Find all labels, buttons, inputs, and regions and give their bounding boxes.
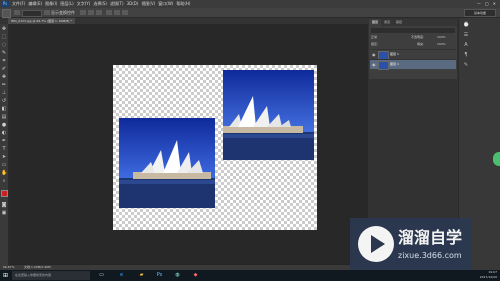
crop-tool-icon[interactable]: ⌗ [1,58,7,64]
layer-name: 图层 1 [390,52,399,56]
quick-mask-icon[interactable]: ◙ [1,202,7,208]
dodge-tool-icon[interactable]: ◐ [1,130,7,136]
show-transform-checkbox[interactable] [44,10,50,15]
side-floating-button[interactable] [493,152,500,166]
opacity-value[interactable]: 100% [437,35,446,40]
blur-tool-icon[interactable]: ● [1,122,7,128]
sydney-opera-house-photo-right[interactable] [223,70,314,160]
menu-3d[interactable]: 3D(D) [127,0,139,8]
align-top-button[interactable] [80,10,86,15]
history-brush-tool-icon[interactable]: ↺ [1,98,7,104]
menu-type[interactable]: 文字(Y) [77,0,91,8]
menu-help[interactable]: 帮助(H) [176,0,190,8]
eyedropper-tool-icon[interactable]: ✐ [1,66,7,72]
tab-layers[interactable]: 图层 [369,19,382,26]
tools-panel: ✥ ⬚ ◌ ✎ ⌗ ✐ ✚ ✏ ⊥ ↺ ◧ ▤ ● ◐ ✒ T ➤ ▭ ✋ ⌕ … [0,24,10,266]
menu-edit[interactable]: 编辑(E) [28,0,42,8]
brush-tool-icon[interactable]: ✏ [1,82,7,88]
path-select-tool-icon[interactable]: ➤ [1,154,7,160]
menu-window[interactable]: 窗口(W) [158,0,173,8]
task-view-icon[interactable]: ▭ [98,272,105,279]
eye-icon[interactable]: ◉ [372,61,376,68]
opacity-label: 不透明度: [411,35,425,39]
photoshop-taskbar-icon[interactable]: Ps [156,272,163,279]
healing-brush-tool-icon[interactable]: ✚ [1,74,7,80]
window-controls: — □ ✕ [477,0,496,8]
watermark-url: zixue.3d66.com [398,251,462,260]
workspace-switcher[interactable]: 基本功能 [464,9,496,17]
menu-select[interactable]: 选择(S) [93,0,107,8]
fill-label: 填充: [417,42,425,46]
gradient-tool-icon[interactable]: ▤ [1,114,7,120]
edge-browser-icon[interactable]: e [118,272,125,279]
hand-tool-icon[interactable]: ✋ [1,170,7,176]
photoshop-logo-icon: Ps [1,1,9,7]
shape-tool-icon[interactable]: ▭ [1,162,7,168]
menu-view[interactable]: 视图(V) [141,0,155,8]
clone-stamp-tool-icon[interactable]: ⊥ [1,90,7,96]
auto-select-checkbox[interactable] [14,10,20,15]
align-center-button[interactable] [114,10,120,15]
windows-start-icon[interactable]: ⊞ [2,272,9,279]
fill-value[interactable]: 100% [437,42,446,47]
tab-paths[interactable]: 路径 [393,19,405,26]
menu-file[interactable]: 文件(F) [12,0,25,8]
brush-panel-icon[interactable]: ✎ [463,62,469,68]
align-bottom-button[interactable] [96,10,102,15]
layer-row[interactable]: ◉ 图层 1 [370,49,456,60]
file-explorer-icon[interactable]: ▰ [138,272,145,279]
paragraph-panel-icon[interactable]: ¶ [463,52,469,58]
pen-tool-icon[interactable]: ✒ [1,138,7,144]
eraser-tool-icon[interactable]: ◧ [1,106,7,112]
windows-taskbar: ⊞ 在这里输入你要搜索的内容 ▭ e ▰ Ps ◍ ◆ 19:07 2017/1… [0,270,500,281]
menu-layer[interactable]: 图层(L) [60,0,73,8]
app-icon[interactable]: ◆ [192,272,199,279]
align-left-button[interactable] [106,10,112,15]
menu-bar: Ps 文件(F) 编辑(E) 图像(I) 图层(L) 文字(Y) 选择(S) 滤… [0,0,500,8]
close-button[interactable]: ✕ [493,0,496,8]
blend-row: 正常 不透明度: 100% [371,35,455,40]
watermark-overlay: 溜溜自学 zixue.3d66.com [350,218,472,270]
move-tool-icon[interactable]: ✥ [1,26,7,32]
minimize-button[interactable]: — [477,0,481,8]
watermark-brand: 溜溜自学 [398,228,463,247]
layer-name: 图层 1 [390,62,399,66]
history-panel-icon[interactable]: ⌚ [463,22,469,28]
layer-filter-bar[interactable] [371,28,455,33]
menu-image[interactable]: 图像(I) [45,0,57,8]
layers-panel-tabs: 图层 通道 路径 [369,19,457,26]
marquee-tool-icon[interactable]: ⬚ [1,34,7,40]
blend-mode-select[interactable]: 正常 [371,35,377,40]
align-middle-button[interactable] [88,10,94,15]
wechat-icon[interactable]: ◍ [174,272,181,279]
type-tool-icon[interactable]: T [1,146,7,152]
clock-date[interactable]: 2017/12/20 [480,275,497,280]
character-panel-icon[interactable]: A [463,42,469,48]
lock-row: 锁定: 填充: 100% [371,42,455,47]
play-icon [371,235,385,253]
foreground-color-swatch[interactable] [1,190,8,197]
auto-select-dropdown[interactable] [22,10,42,17]
quick-select-tool-icon[interactable]: ✎ [1,50,7,56]
sydney-opera-house-photo-left[interactable] [119,118,215,208]
lock-label: 锁定: [371,42,379,46]
screen-mode-icon[interactable]: ▣ [1,210,7,216]
show-transform-label: 显示变换控件 [51,10,75,15]
taskbar-search-input[interactable]: 在这里输入你要搜索的内容 [12,271,90,280]
options-bar: 显示变换控件 基本功能 [0,8,500,18]
layers-panel: 图层 通道 路径 正常 不透明度: 100% 锁定: 填充: 100% ◉ 图层… [369,19,457,79]
eye-icon[interactable]: ◉ [372,51,376,58]
properties-panel-icon[interactable]: ☰ [463,32,469,38]
menu-list: 文件(F) 编辑(E) 图像(I) 图层(L) 文字(Y) 选择(S) 滤镜(T… [12,0,190,8]
layer-thumbnail [378,61,389,70]
lasso-tool-icon[interactable]: ◌ [1,42,7,48]
menu-filter[interactable]: 滤镜(T) [110,0,124,8]
maximize-button[interactable]: □ [485,0,489,8]
layer-row-selected[interactable]: ◉ 图层 1 [370,59,456,70]
move-tool-preset-icon[interactable] [2,9,11,18]
zoom-tool-icon[interactable]: ⌕ [1,178,7,184]
tab-channels[interactable]: 通道 [381,19,393,26]
align-right-button[interactable] [122,10,128,15]
